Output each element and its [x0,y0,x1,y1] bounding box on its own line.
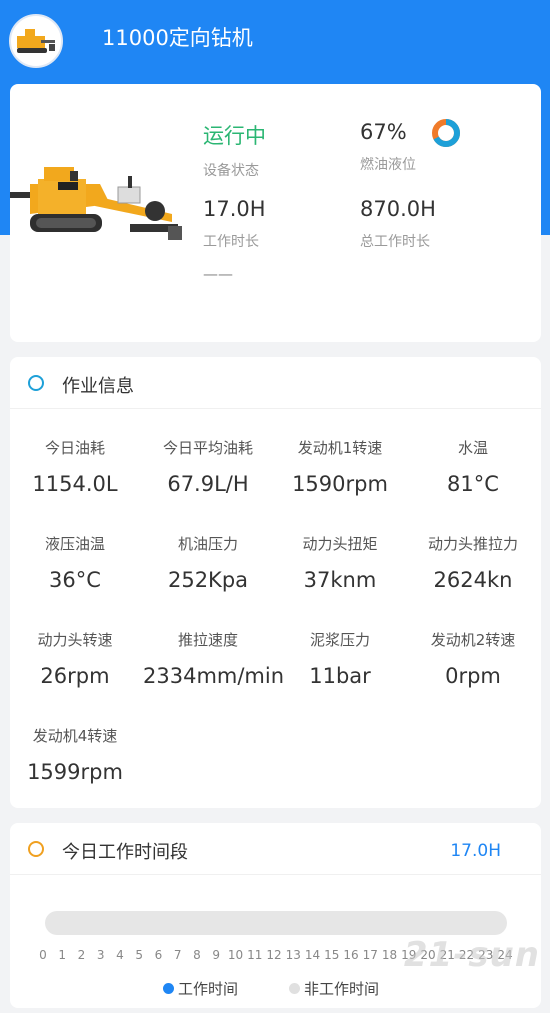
tick-label: 11 [247,948,263,962]
fuel-donut-icon [432,119,460,147]
legend-work-label: 工作时间 [178,980,239,998]
tick-label: 15 [324,948,340,962]
tick-label: 14 [304,948,321,962]
metric-value: 81°C [447,472,499,496]
metric-value: 37knm [303,568,377,592]
metric-item: 动力头扭矩 37knm [275,533,405,592]
metric-value: 2624kn [433,568,513,592]
metric-value: 2334mm/min [143,664,285,688]
job-info-header: 作业信息 [10,357,541,409]
watermark: 21-sun [403,935,540,975]
tick-label: 10 [227,948,244,962]
status-value: 运行中 [203,124,266,148]
timeline-card: 今日工作时间段 17.0H 0 1 2 3 4 5 6 7 8 9 10 11 12 13 14 15 16 17… [10,823,541,1008]
drill-machine-image [0,84,186,264]
metric-label: 动力头转速 [37,631,113,649]
total-hours-stat: 870.0H 总工作时长 [360,197,436,251]
timeline-bar[interactable] [45,911,507,935]
job-info-title: 作业信息 [62,376,134,397]
metric-value: 1154.0L [32,472,118,496]
metric-label: 液压油温 [44,535,105,553]
tick-label: 5 [135,948,144,962]
extra-value: —— [203,265,233,283]
status-label: 设备状态 [203,163,259,179]
metric-label: 发动机1转速 [297,439,383,457]
metric-item: 今日油耗 1154.0L [10,437,140,496]
status-stat: 运行中 设备状态 [203,120,266,180]
fuel-value: 67% [360,120,407,144]
total-hours-label: 总工作时长 [360,234,430,250]
metric-item: 水温 81°C [408,437,538,496]
metric-value: 0rpm [445,664,501,688]
metric-item: 发动机2转速 0rpm [408,629,538,688]
idle-dot-icon [289,983,300,994]
metric-label: 水温 [457,439,488,457]
tick-label: 12 [266,948,282,962]
legend-idle-label: 非工作时间 [304,980,380,998]
metric-label: 泥浆压力 [309,631,370,649]
metric-label: 动力头推拉力 [427,535,518,553]
metric-item: 动力头推拉力 2624kn [408,533,538,592]
circle-icon [28,375,44,391]
fuel-stat: 67% 燃油液位 [360,120,416,174]
work-hours-label: 工作时长 [203,234,259,250]
page-title: 11000定向钻机 [102,26,253,50]
timeline-title: 今日工作时间段 [62,842,188,863]
tick-label: 2 [77,948,86,962]
metric-value: 1599rpm [27,760,123,784]
tick-label: 0 [39,948,47,962]
work-dot-icon [163,983,174,994]
tick-label: 7 [173,948,182,962]
legend-idle[interactable]: 非工作时间 [289,978,379,999]
metric-value: 252Kpa [167,568,249,592]
metric-label: 推拉速度 [177,631,238,649]
metric-value: 67.9L/H [167,472,249,496]
metric-label: 今日油耗 [44,439,105,457]
metric-item: 推拉速度 2334mm/min [143,629,285,688]
metric-label: 今日平均油耗 [162,439,253,457]
tick-label: 3 [96,948,105,962]
metric-label: 动力头扭矩 [302,535,378,553]
metric-item: 液压油温 36°C [10,533,140,592]
metric-item: 机油压力 252Kpa [143,533,273,592]
fuel-label: 燃油液位 [360,157,416,173]
tick-label: 9 [212,948,221,962]
tick-label: 4 [116,948,124,962]
tick-label: 8 [193,948,201,962]
timeline-header: 今日工作时间段 17.0H [10,823,541,875]
metric-label: 发动机4转速 [32,727,118,745]
tick-label: 16 [343,948,359,962]
metric-label: 机油压力 [177,535,238,553]
machine-avatar[interactable] [9,14,63,68]
tick-label: 18 [381,948,398,962]
metric-item: 今日平均油耗 67.9L/H [143,437,273,496]
job-info-card: 作业信息 今日油耗 1154.0L 今日平均油耗 67.9L/H 发动机1转速 1590r… [10,357,541,808]
tick-label: 6 [154,948,163,962]
timeline-hours: 17.0H [450,841,501,861]
metric-item: 动力头转速 26rpm [10,629,140,688]
circle-icon [28,841,44,857]
work-hours-stat: 17.0H 工作时长 [203,197,266,251]
metric-item: 泥浆压力 11bar [275,629,405,688]
metric-item: 发动机4转速 1599rpm [10,725,140,784]
tick-label: 13 [285,948,301,962]
total-hours-value: 870.0H [360,197,436,221]
work-hours-value: 17.0H [203,197,266,221]
metric-value: 26rpm [40,664,110,688]
tick-label: 17 [362,948,378,962]
tick-label: 1 [58,948,67,962]
legend-work[interactable]: 工作时间 [163,978,238,999]
metric-item: 发动机1转速 1590rpm [275,437,405,496]
metric-label: 发动机2转速 [430,631,516,649]
metric-value: 1590rpm [292,472,388,496]
metric-value: 11bar [309,664,371,688]
metric-value: 36°C [49,568,101,592]
